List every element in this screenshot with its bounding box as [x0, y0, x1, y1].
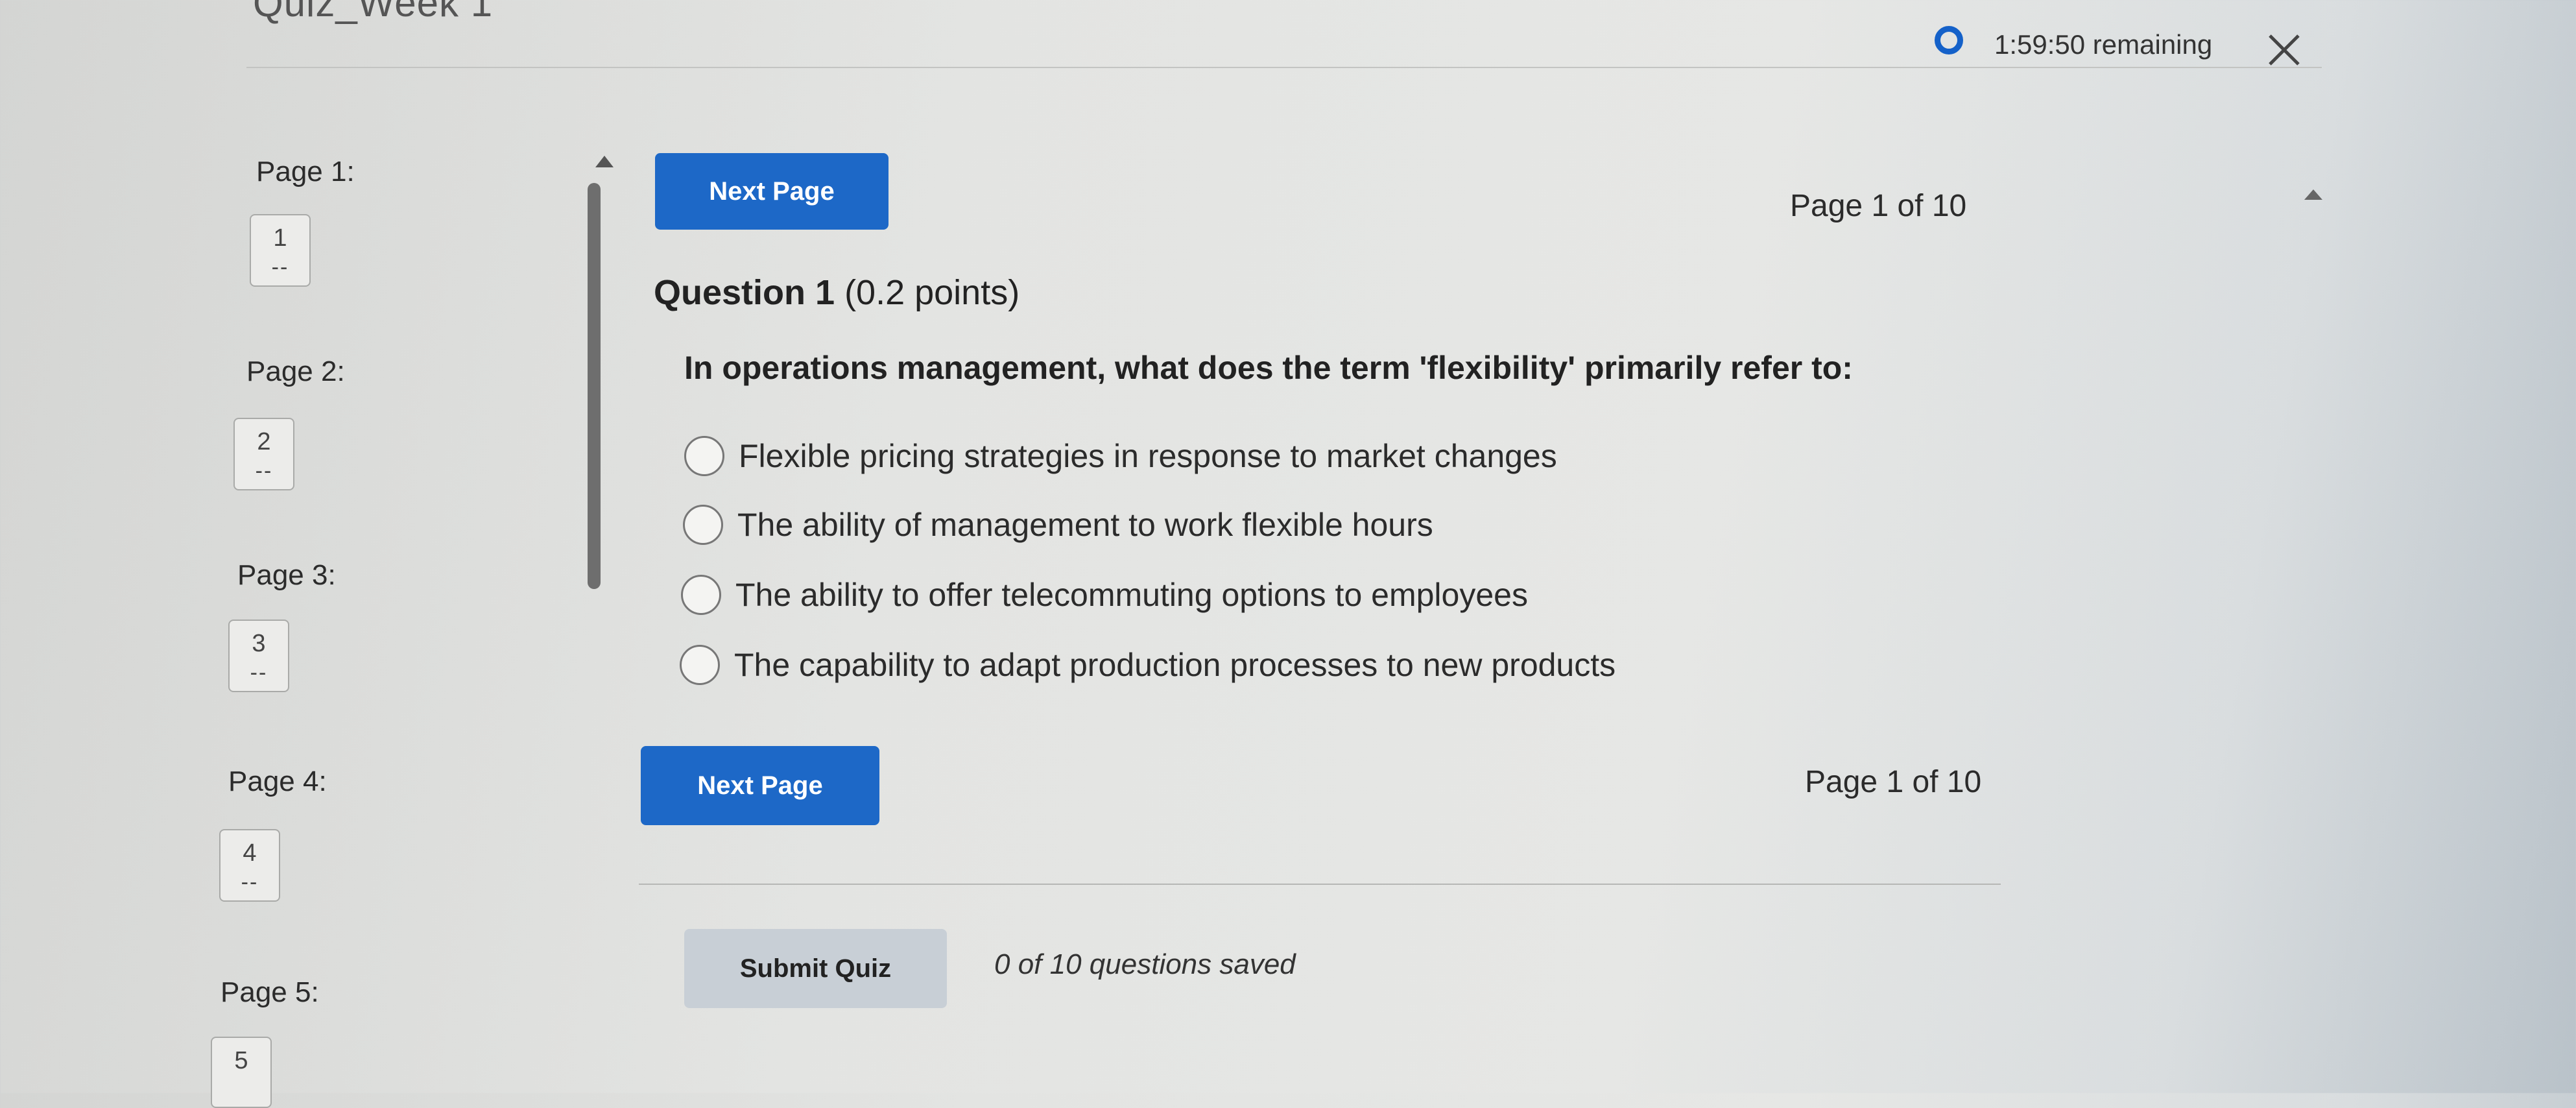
nav-page-status: -- — [241, 870, 259, 895]
nav-page-button-4[interactable]: 4 -- — [219, 829, 280, 902]
nav-page-label-1: Page 1: — [256, 156, 355, 187]
nav-page-status: -- — [255, 459, 273, 483]
scroll-up-arrow-icon[interactable] — [595, 156, 614, 167]
scroll-up-arrow-icon[interactable] — [2304, 189, 2322, 200]
nav-page-button-2[interactable]: 2 -- — [233, 418, 294, 490]
nav-page-number: 3 — [252, 630, 266, 657]
answer-option-2[interactable]: The ability of management to work flexib… — [683, 505, 1433, 545]
nav-page-label-2: Page 2: — [246, 355, 345, 387]
content-divider — [639, 884, 2001, 885]
radio-button[interactable] — [680, 645, 720, 685]
page-indicator-top: Page 1 of 10 — [1790, 189, 1967, 223]
nav-page-label-4: Page 4: — [228, 765, 327, 797]
answer-option-label: The capability to adapt production proce… — [734, 647, 1616, 683]
answer-option-label: The ability of management to work flexib… — [737, 507, 1433, 543]
answer-option-label: The ability to offer telecommuting optio… — [735, 577, 1528, 613]
radio-button[interactable] — [683, 505, 723, 545]
saved-status: 0 of 10 questions saved — [994, 948, 1296, 980]
question-heading: Question 1 (0.2 points) — [654, 272, 1020, 313]
nav-scrollbar-thumb[interactable] — [588, 183, 601, 589]
circle-timer-icon — [1935, 26, 1963, 54]
answer-option-1[interactable]: Flexible pricing strategies in response … — [684, 436, 1557, 476]
nav-page-status: -- — [250, 660, 268, 685]
question-points: (0.2 points) — [844, 273, 1020, 312]
nav-page-button-3[interactable]: 3 -- — [228, 620, 289, 692]
nav-page-number: 5 — [234, 1047, 248, 1074]
timer-remaining: 1:59:50 remaining — [1994, 29, 2213, 60]
radio-button[interactable] — [681, 575, 721, 615]
nav-page-button-1[interactable]: 1 -- — [250, 214, 311, 287]
question-text: In operations management, what does the … — [684, 350, 1853, 386]
quiz-title: Quiz_Week 1 — [253, 0, 494, 25]
nav-page-status: -- — [271, 255, 289, 280]
radio-button[interactable] — [684, 436, 724, 476]
nav-page-number: 1 — [273, 224, 287, 252]
page-indicator-bottom: Page 1 of 10 — [1805, 765, 1982, 799]
nav-page-number: 4 — [243, 839, 257, 867]
answer-option-label: Flexible pricing strategies in response … — [739, 438, 1557, 474]
next-page-button-bottom[interactable]: Next Page — [641, 746, 879, 825]
nav-page-label-3: Page 3: — [237, 559, 336, 591]
close-icon[interactable] — [2263, 29, 2305, 71]
answer-option-4[interactable]: The capability to adapt production proce… — [680, 645, 1616, 685]
nav-page-label-5: Page 5: — [221, 976, 319, 1008]
nav-page-button-5[interactable]: 5 — [211, 1037, 272, 1108]
answer-option-3[interactable]: The ability to offer telecommuting optio… — [681, 575, 1528, 615]
submit-quiz-button[interactable]: Submit Quiz — [684, 929, 947, 1008]
header-divider — [246, 67, 2322, 68]
next-page-button-top[interactable]: Next Page — [655, 153, 888, 230]
question-number: Question 1 — [654, 273, 835, 312]
nav-page-number: 2 — [257, 428, 271, 455]
